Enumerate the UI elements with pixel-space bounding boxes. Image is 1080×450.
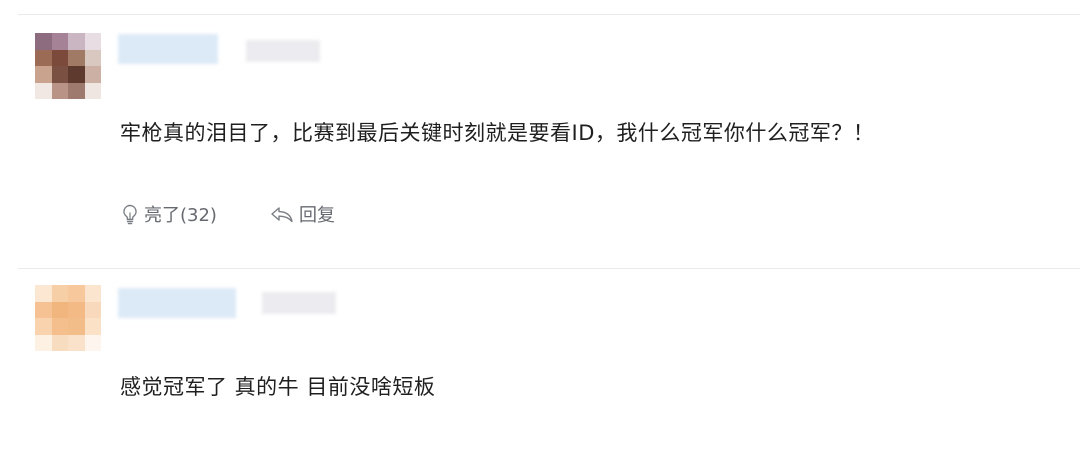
avatar-pixel xyxy=(51,66,68,83)
avatar-pixel xyxy=(84,334,101,351)
comment-thread: 牢枪真的泪目了，比赛到最后关键时刻就是要看ID，我什么冠军你什么冠军？！ 亮了(… xyxy=(0,0,1080,450)
like-label: 亮了(32) xyxy=(144,205,217,226)
avatar-pixel xyxy=(35,66,52,83)
avatar-pixel xyxy=(51,318,68,335)
reply-button[interactable]: 回复 xyxy=(269,201,335,227)
reply-arrow-icon xyxy=(269,204,295,224)
avatar-pixel xyxy=(84,66,101,83)
avatar-pixel xyxy=(35,49,52,66)
comment-text: 感觉冠军了 真的牛 目前没啥短板 xyxy=(120,375,436,399)
avatar-pixel xyxy=(35,301,52,318)
avatar-pixel xyxy=(68,285,85,302)
avatar-pixel xyxy=(68,66,85,83)
reply-label: 回复 xyxy=(298,205,335,226)
avatar[interactable] xyxy=(35,285,101,351)
top-divider xyxy=(18,14,1080,15)
avatar-pixel xyxy=(35,285,52,302)
username-redacted[interactable] xyxy=(118,288,236,318)
avatar-pixel xyxy=(35,33,52,50)
avatar-pixel xyxy=(68,82,85,99)
username-redacted[interactable] xyxy=(118,34,218,64)
avatar-pixel xyxy=(51,82,68,99)
avatar-pixel xyxy=(68,334,85,351)
comment-actions: 亮了(32) 回复 xyxy=(120,201,335,227)
meta-redacted xyxy=(262,292,336,314)
meta-redacted xyxy=(246,40,320,62)
avatar-pixel xyxy=(68,33,85,50)
avatar-pixel xyxy=(51,301,68,318)
avatar[interactable] xyxy=(35,33,101,99)
avatar-pixel xyxy=(68,318,85,335)
lightbulb-icon xyxy=(120,203,140,225)
avatar-pixel xyxy=(51,33,68,50)
comment-text: 牢枪真的泪目了，比赛到最后关键时刻就是要看ID，我什么冠军你什么冠军？！ xyxy=(120,121,875,145)
avatar-pixel xyxy=(84,318,101,335)
avatar-pixel xyxy=(84,301,101,318)
avatar-pixel xyxy=(68,301,85,318)
avatar-pixel xyxy=(35,318,52,335)
avatar-pixel xyxy=(68,49,85,66)
avatar-pixel xyxy=(84,82,101,99)
avatar-pixel xyxy=(51,49,68,66)
avatar-pixel xyxy=(35,334,52,351)
avatar-pixel xyxy=(84,49,101,66)
like-button[interactable]: 亮了(32) xyxy=(120,201,217,227)
avatar-pixel xyxy=(84,285,101,302)
avatar-pixel xyxy=(84,33,101,50)
avatar-pixel xyxy=(51,334,68,351)
avatar-pixel xyxy=(35,82,52,99)
avatar-pixel xyxy=(51,285,68,302)
comment-divider xyxy=(18,268,1080,269)
